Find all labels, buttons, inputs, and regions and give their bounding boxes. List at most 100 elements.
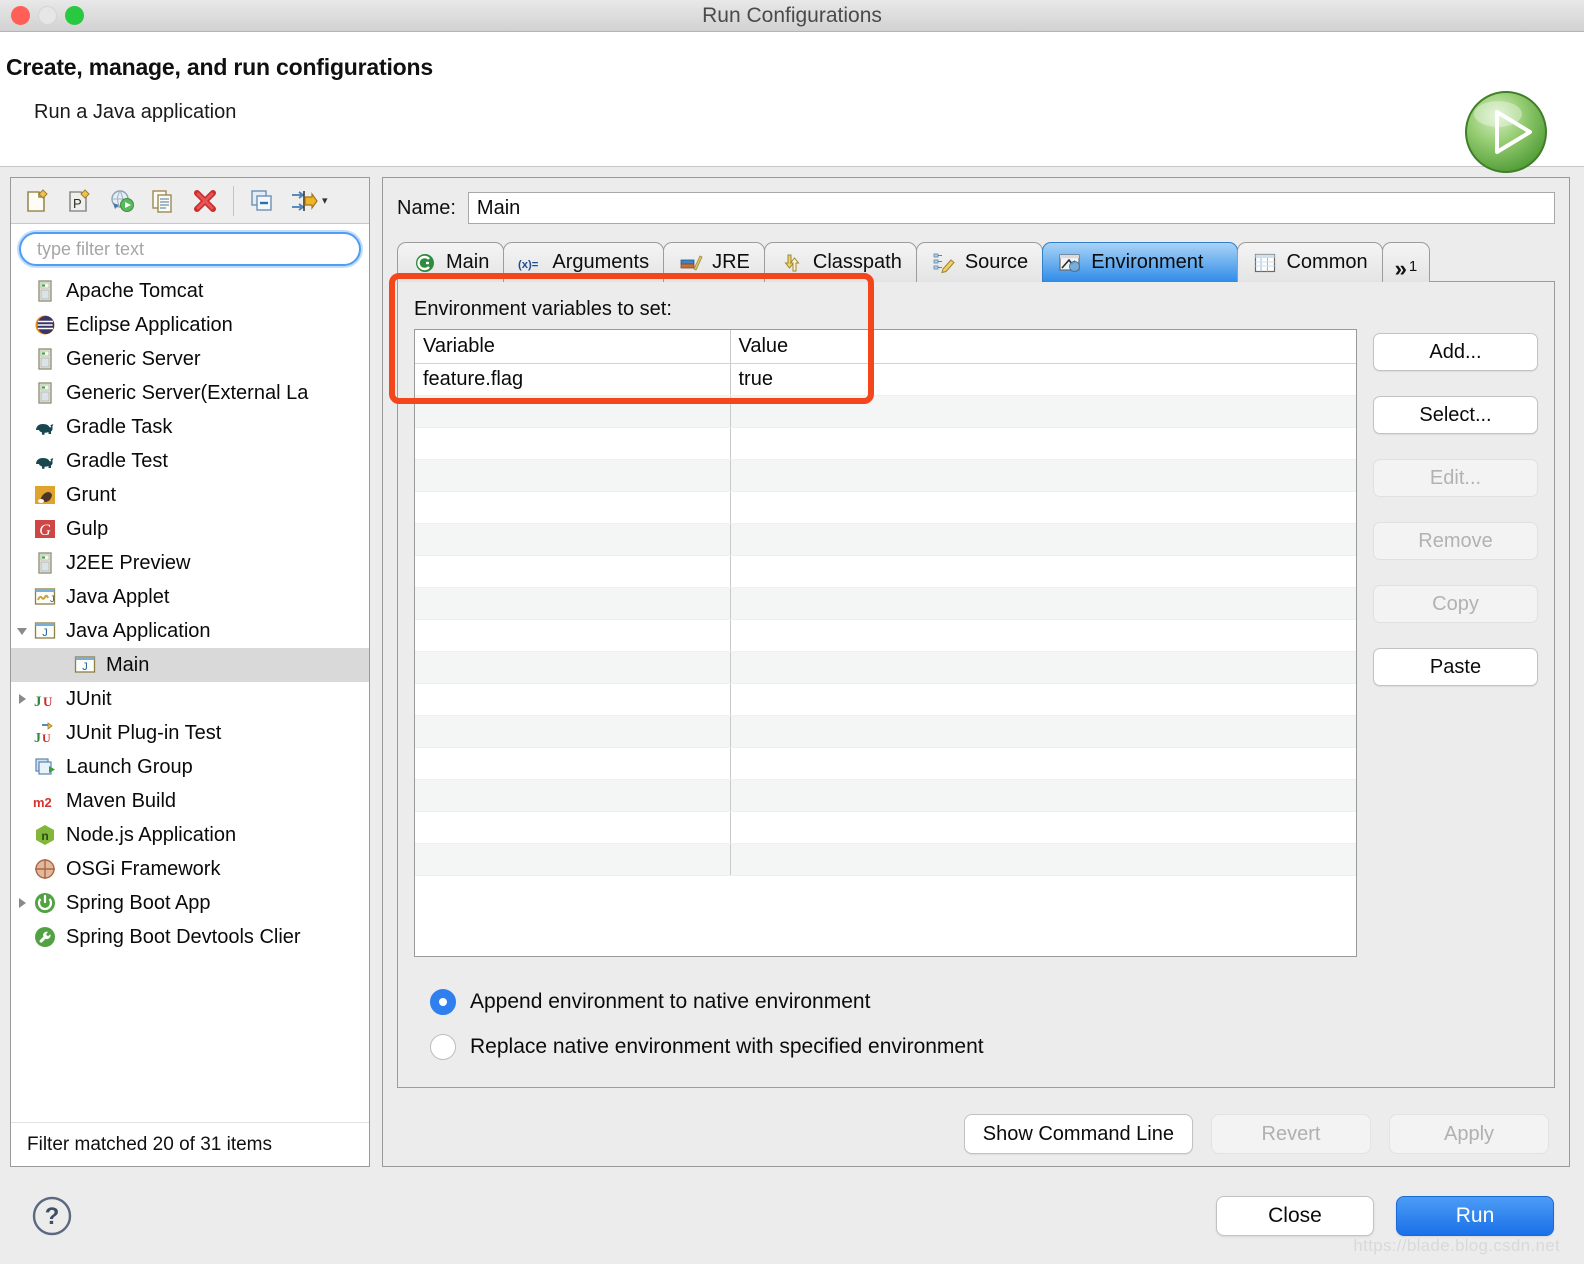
tree-item-maven-build[interactable]: m2 Maven Build	[11, 784, 369, 818]
cell-variable-empty[interactable]	[415, 427, 731, 460]
search-input[interactable]	[19, 232, 361, 266]
cell-value[interactable]: true	[730, 363, 1356, 396]
tab-common[interactable]: Common	[1237, 242, 1383, 282]
tab-source[interactable]: Source	[915, 242, 1044, 282]
cell-variable-empty[interactable]	[415, 523, 731, 556]
tree-item-gradle-task[interactable]: Gradle Task	[11, 410, 369, 444]
tree-item-eclipse-application[interactable]: Eclipse Application	[11, 308, 369, 342]
paste-button[interactable]: Paste	[1373, 648, 1538, 686]
table-empty-row[interactable]	[415, 779, 1356, 812]
cell-variable-empty[interactable]	[415, 491, 731, 524]
cell-value-empty[interactable]	[730, 523, 1356, 556]
tree-item-main[interactable]: J Main	[11, 648, 369, 682]
delete-icon[interactable]	[185, 182, 225, 220]
tree-item-generic-server-external-la[interactable]: Generic Server(External La	[11, 376, 369, 410]
collapse-all-icon[interactable]	[242, 182, 282, 220]
tree-item-java-applet[interactable]: J Java Applet	[11, 580, 369, 614]
cell-value-empty[interactable]	[730, 459, 1356, 492]
cell-value-empty[interactable]	[730, 715, 1356, 748]
table-empty-row[interactable]	[415, 427, 1356, 460]
tree-item-apache-tomcat[interactable]: Apache Tomcat	[11, 274, 369, 308]
tab-bar[interactable]: Main (x)= Arguments JRE Classpath Source Envir…	[397, 238, 1555, 282]
table-empty-row[interactable]	[415, 683, 1356, 716]
cell-variable-empty[interactable]	[415, 779, 731, 812]
table-empty-row[interactable]	[415, 715, 1356, 748]
add-button[interactable]: Add...	[1373, 333, 1538, 371]
table-empty-row[interactable]	[415, 523, 1356, 556]
cell-variable-empty[interactable]	[415, 395, 731, 428]
cell-value-empty[interactable]	[730, 427, 1356, 460]
chevron-down-icon[interactable]: ▾	[322, 194, 328, 207]
chevron-right-icon[interactable]	[11, 886, 33, 920]
configurations-tree[interactable]: Apache Tomcat Eclipse Application Generic …	[11, 272, 369, 1122]
cell-variable-empty[interactable]	[415, 619, 731, 652]
column-header-variable[interactable]: Variable	[415, 330, 731, 364]
tree-item-osgi-framework[interactable]: OSGi Framework	[11, 852, 369, 886]
new-prototype-icon[interactable]: P	[59, 182, 99, 220]
cell-value-empty[interactable]	[730, 395, 1356, 428]
run-button[interactable]: Run	[1396, 1195, 1554, 1236]
chevron-down-icon[interactable]	[11, 614, 33, 648]
cell-variable-empty[interactable]	[415, 843, 731, 876]
table-empty-row[interactable]	[415, 555, 1356, 588]
help-question-icon[interactable]: ?	[30, 1194, 74, 1238]
close-button[interactable]: Close	[1216, 1195, 1374, 1236]
table-empty-row[interactable]	[415, 651, 1356, 684]
tree-item-generic-server[interactable]: Generic Server	[11, 342, 369, 376]
cell-variable-empty[interactable]	[415, 683, 731, 716]
tab-classpath[interactable]: Classpath	[763, 242, 917, 282]
tree-item-launch-group[interactable]: Launch Group	[11, 750, 369, 784]
chevron-right-icon[interactable]	[11, 682, 33, 716]
tree-item-java-application[interactable]: J Java Application	[11, 614, 369, 648]
tree-item-junit[interactable]: J U JUnit	[11, 682, 369, 716]
cell-value-empty[interactable]	[730, 779, 1356, 812]
duplicate-icon[interactable]	[143, 182, 183, 220]
cell-value-empty[interactable]	[730, 683, 1356, 716]
radio-option-replace[interactable]: Replace native environment with specifie…	[430, 1024, 1538, 1069]
tree-item-gulp[interactable]: G Gulp	[11, 512, 369, 546]
tab-overflow-button[interactable]: » 1	[1381, 242, 1431, 282]
cell-variable-empty[interactable]	[415, 811, 731, 844]
radio-button[interactable]	[430, 988, 456, 1015]
tree-item-junit-plug-in-test[interactable]: J U JUnit Plug-in Test	[11, 716, 369, 750]
table-row[interactable]: feature.flag true	[415, 363, 1356, 396]
tab-environment[interactable]: Environment	[1042, 242, 1239, 282]
tab-main[interactable]: Main	[397, 242, 505, 282]
environment-table-wrapper[interactable]: Variable Value feature.flag true	[414, 329, 1357, 957]
new-configuration-icon[interactable]	[17, 182, 57, 220]
table-empty-row[interactable]	[415, 491, 1356, 524]
table-empty-row[interactable]	[415, 395, 1356, 428]
table-empty-row[interactable]	[415, 811, 1356, 844]
table-empty-row[interactable]	[415, 619, 1356, 652]
column-header-value[interactable]: Value	[730, 330, 1356, 364]
cell-value-empty[interactable]	[730, 587, 1356, 620]
configuration-name-input[interactable]	[467, 192, 1555, 224]
cell-value-empty[interactable]	[730, 619, 1356, 652]
filter-icon[interactable]	[284, 182, 324, 220]
table-empty-row[interactable]	[415, 459, 1356, 492]
tree-item-spring-boot-app[interactable]: Spring Boot App	[11, 886, 369, 920]
cell-variable-empty[interactable]	[415, 651, 731, 684]
cell-value-empty[interactable]	[730, 491, 1356, 524]
show-command-line-button[interactable]: Show Command Line	[963, 1114, 1193, 1154]
tab-jre[interactable]: JRE	[663, 242, 765, 282]
cell-value-empty[interactable]	[730, 843, 1356, 876]
cell-variable-empty[interactable]	[415, 459, 731, 492]
tree-item-spring-boot-devtools-clier[interactable]: Spring Boot Devtools Clier	[11, 920, 369, 954]
cell-value-empty[interactable]	[730, 651, 1356, 684]
select-button[interactable]: Select...	[1373, 396, 1538, 434]
tab-arguments[interactable]: (x)= Arguments	[503, 242, 665, 282]
tree-item-gradle-test[interactable]: Gradle Test	[11, 444, 369, 478]
tree-item-grunt[interactable]: Grunt	[11, 478, 369, 512]
table-empty-row[interactable]	[415, 747, 1356, 780]
cell-variable-empty[interactable]	[415, 587, 731, 620]
cell-value-empty[interactable]	[730, 811, 1356, 844]
cell-value-empty[interactable]	[730, 555, 1356, 588]
export-icon[interactable]	[101, 182, 141, 220]
table-empty-row[interactable]	[415, 587, 1356, 620]
cell-variable-empty[interactable]	[415, 715, 731, 748]
radio-option-append[interactable]: Append environment to native environment	[430, 979, 1538, 1024]
cell-value-empty[interactable]	[730, 747, 1356, 780]
environment-variables-table[interactable]: Variable Value feature.flag true	[415, 330, 1356, 876]
table-empty-row[interactable]	[415, 843, 1356, 876]
